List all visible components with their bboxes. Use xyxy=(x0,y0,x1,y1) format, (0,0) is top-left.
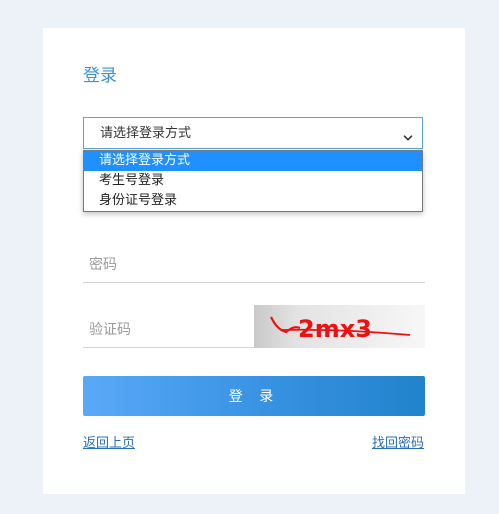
login-method-option-choose[interactable]: 请选择登录方式 xyxy=(84,151,422,171)
login-method-dropdown: 请选择登录方式 考生号登录 身份证号登录 xyxy=(83,150,423,212)
password-field-wrapper xyxy=(83,247,425,283)
forgot-password-link[interactable]: 找回密码 xyxy=(372,436,424,452)
chevron-down-icon xyxy=(403,128,413,141)
captcha-image[interactable]: 2mx3 xyxy=(254,305,425,348)
page: 登录 请选择登录方式 请选择登录方式 考生号登录 身份证号登录 验证码 2mx3… xyxy=(0,0,499,514)
captcha-text: 2mx3 xyxy=(298,315,372,343)
password-input[interactable] xyxy=(83,247,425,282)
captcha-field-wrapper xyxy=(83,312,254,348)
captcha-input[interactable] xyxy=(83,312,254,347)
page-title: 登录 xyxy=(83,66,117,86)
login-card: 登录 请选择登录方式 请选择登录方式 考生号登录 身份证号登录 验证码 2mx3… xyxy=(43,28,465,494)
login-method-option-id-number[interactable]: 身份证号登录 xyxy=(84,191,422,211)
back-link[interactable]: 返回上页 xyxy=(83,436,135,452)
login-method-select[interactable]: 请选择登录方式 xyxy=(83,117,423,149)
login-button[interactable]: 登 录 xyxy=(83,376,425,416)
login-method-selected-value: 请选择登录方式 xyxy=(100,126,192,141)
login-method-option-exam-number[interactable]: 考生号登录 xyxy=(84,171,422,191)
